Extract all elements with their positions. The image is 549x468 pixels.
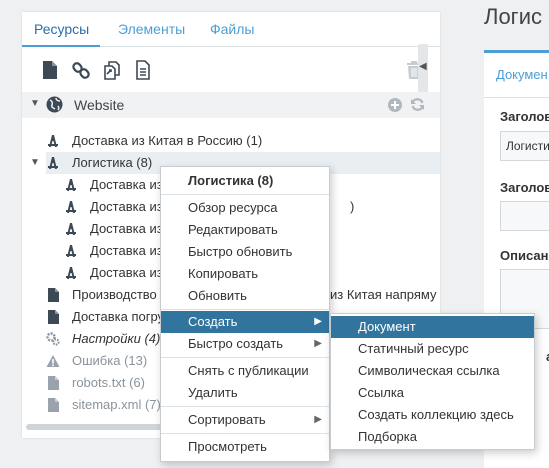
menu-separator bbox=[161, 309, 329, 310]
tree-tabs: Ресурсы Элементы Файлы bbox=[22, 12, 440, 47]
gears-icon bbox=[46, 332, 60, 346]
menu-item-quick-update[interactable]: Быстро обновить bbox=[161, 241, 329, 263]
description-field-label: Описан bbox=[500, 248, 549, 263]
menu-separator bbox=[161, 406, 329, 407]
context-menu: Логистика (8) Обзор ресурса Редактироват… bbox=[160, 166, 330, 462]
menu-item-duplicate[interactable]: Копировать bbox=[161, 263, 329, 285]
menu-separator bbox=[161, 357, 329, 358]
title-field[interactable]: Логисти bbox=[500, 131, 549, 161]
tree-node[interactable]: Доставка из Китая в Россию (1) bbox=[46, 130, 440, 152]
menu-item-edit[interactable]: Редактировать bbox=[161, 219, 329, 241]
longtitle-field[interactable] bbox=[500, 201, 549, 231]
tab-document[interactable]: Докумен bbox=[496, 67, 548, 82]
submenu-item-symlink[interactable]: Символическая ссылка bbox=[331, 360, 534, 382]
folder-resource-icon bbox=[46, 156, 60, 170]
folder-resource-icon bbox=[64, 222, 78, 236]
new-weblink-icon[interactable] bbox=[72, 60, 90, 80]
menu-item-delete[interactable]: Удалить bbox=[161, 382, 329, 404]
create-submenu: Документ Статичный ресурс Символическая … bbox=[330, 313, 535, 450]
submenu-item-static-resource[interactable]: Статичный ресурс bbox=[331, 338, 534, 360]
divider bbox=[484, 97, 549, 98]
menu-item-overview[interactable]: Обзор ресурса bbox=[161, 197, 329, 219]
horizontal-scrollbar[interactable] bbox=[26, 424, 176, 430]
tab-files[interactable]: Файлы bbox=[198, 12, 266, 47]
menu-item-create[interactable]: Создать ▶ bbox=[161, 311, 329, 333]
submenu-item-selection[interactable]: Подборка bbox=[331, 426, 534, 448]
chevron-right-icon: ▶ bbox=[314, 316, 322, 327]
menu-item-refresh[interactable]: Обновить bbox=[161, 285, 329, 307]
page-title: Логис bbox=[484, 4, 542, 29]
tab-elements[interactable]: Элементы bbox=[106, 12, 197, 47]
new-static-resource-icon[interactable] bbox=[134, 60, 152, 80]
submenu-item-weblink[interactable]: Ссылка bbox=[331, 382, 534, 404]
chevron-left-icon: ◀ bbox=[419, 61, 427, 72]
globe-icon bbox=[46, 96, 63, 113]
menu-item-preview[interactable]: Просмотреть bbox=[161, 436, 329, 458]
menu-item-quick-create[interactable]: Быстро создать ▶ bbox=[161, 333, 329, 355]
chevron-right-icon: ▶ bbox=[314, 338, 322, 349]
tree-root-website[interactable]: ▼ Website bbox=[22, 92, 440, 118]
chevron-right-icon: ▶ bbox=[314, 414, 322, 425]
menu-item-unpublish[interactable]: Снять с публикации bbox=[161, 360, 329, 382]
document-icon bbox=[46, 398, 60, 412]
folder-resource-icon bbox=[64, 178, 78, 192]
folder-resource-icon bbox=[64, 266, 78, 280]
tree-toolbar bbox=[22, 48, 440, 92]
context-menu-header: Логистика (8) bbox=[161, 167, 329, 195]
warning-icon bbox=[46, 354, 60, 368]
title-field-label: Заголов bbox=[500, 109, 549, 124]
menu-separator bbox=[161, 433, 329, 434]
new-symlink-icon[interactable] bbox=[103, 60, 121, 80]
menu-item-sort[interactable]: Сортировать ▶ bbox=[161, 409, 329, 431]
folder-resource-icon bbox=[64, 244, 78, 258]
add-circle-icon[interactable] bbox=[388, 98, 402, 112]
folder-resource-icon bbox=[46, 134, 60, 148]
collapse-panel-toggle[interactable]: ◀ bbox=[418, 44, 428, 92]
submenu-item-create-collection[interactable]: Создать коллекцию здесь bbox=[331, 404, 534, 426]
new-document-icon[interactable] bbox=[41, 60, 59, 80]
refresh-icon[interactable] bbox=[410, 97, 425, 112]
document-icon bbox=[46, 376, 60, 390]
document-icon bbox=[46, 288, 60, 302]
folder-resource-icon bbox=[64, 200, 78, 214]
tree-root-label: Website bbox=[74, 97, 125, 113]
caret-down-icon[interactable]: ▼ bbox=[30, 98, 40, 109]
longtitle-field-label: Заголов bbox=[500, 180, 549, 195]
tab-resources[interactable]: Ресурсы bbox=[22, 12, 100, 47]
caret-down-icon[interactable]: ▼ bbox=[30, 152, 40, 174]
submenu-item-document[interactable]: Документ bbox=[331, 316, 534, 338]
document-icon bbox=[46, 310, 60, 324]
